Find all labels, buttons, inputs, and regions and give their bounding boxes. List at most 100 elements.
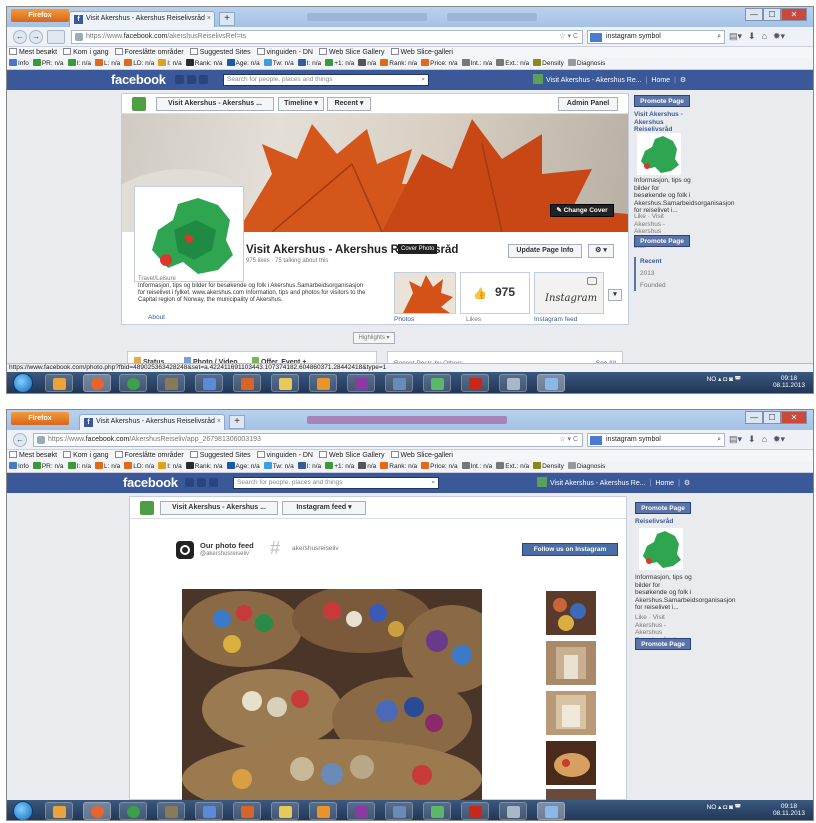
sidebar-page-image[interactable] [639, 528, 683, 570]
addon-icon[interactable]: ✹▾ [773, 31, 785, 42]
folder-taskbar-icon[interactable] [271, 374, 299, 392]
history-button[interactable] [47, 30, 65, 44]
bookmark-item[interactable]: Suggested Sites [189, 48, 251, 56]
acrobat-taskbar-icon[interactable] [461, 802, 489, 820]
messages-icon[interactable] [187, 75, 196, 84]
page-title[interactable]: Visit Akershus - Akershus Reiselivsråd [246, 244, 498, 256]
start-button[interactable] [13, 801, 33, 820]
seo-metric[interactable]: PR: n/a [32, 59, 64, 67]
bookmark-menu-icon[interactable]: ▤▾ [729, 31, 742, 42]
bookmark-item[interactable]: Foreslåtte områder [114, 451, 184, 459]
home-link[interactable]: Home [655, 480, 674, 487]
bookmark-item[interactable]: vinguiden - DN [256, 451, 313, 459]
sidebar-page-name[interactable]: Reiselivsråd [635, 518, 697, 526]
profile-picture[interactable] [134, 186, 244, 282]
paint-taskbar-icon[interactable] [385, 802, 413, 820]
minimize-button[interactable]: — [745, 411, 763, 424]
about-link[interactable]: About [148, 314, 165, 321]
promote-page-button[interactable]: Promote Page [634, 95, 690, 107]
seo-metric[interactable]: I: n/a [158, 462, 182, 470]
seo-metric[interactable]: Price: n/a [421, 462, 458, 470]
seo-metric[interactable]: Tw: n/a [263, 462, 294, 470]
instagram-thumbnail[interactable] [546, 641, 596, 685]
seo-metric[interactable]: Age: n/a [226, 462, 260, 470]
new-tab-button[interactable]: + [219, 12, 235, 26]
likes-app-tile[interactable]: 👍 975 [460, 272, 530, 314]
seo-metric[interactable]: Ext.: n/a [496, 462, 529, 470]
seo-metric[interactable]: I: n/a [67, 462, 91, 470]
seo-metric[interactable]: LD: n/a [124, 462, 154, 470]
instagram-app-label[interactable]: Instagram feed [534, 316, 577, 323]
sidebar-page-name[interactable]: Visit Akershus - Akershus Reiselivsråd [634, 111, 696, 134]
settings-icon[interactable]: ⚙ [684, 480, 690, 487]
new-tab-button[interactable]: + [229, 415, 245, 429]
seo-metric[interactable]: Rank: n/a [380, 59, 417, 67]
page-settings-button[interactable]: ⚙ ▾ [588, 244, 614, 258]
back-button[interactable]: ← [13, 30, 27, 44]
bookmark-item[interactable]: Web Slice-galleri [390, 48, 453, 56]
seo-metric[interactable]: +1: n/a [325, 462, 354, 470]
maximize-button[interactable]: ☐ [763, 8, 781, 21]
acrobat-taskbar-icon[interactable] [461, 374, 489, 392]
follow-instagram-button[interactable]: Follow us on Instagram [522, 543, 618, 556]
network-taskbar-icon[interactable] [423, 802, 451, 820]
folder-taskbar-icon[interactable] [271, 802, 299, 820]
page-avatar[interactable] [533, 74, 543, 84]
seo-metric[interactable]: +1: n/a [325, 59, 354, 67]
bookmark-item[interactable]: Kom i gang [63, 48, 109, 56]
search-bar[interactable]: instagram symbol ⌕ [587, 433, 725, 447]
page-avatar[interactable] [537, 477, 547, 487]
photos-app-tile[interactable] [394, 272, 456, 314]
seo-metric[interactable]: Tw: n/a [263, 59, 294, 67]
document-taskbar-icon[interactable] [499, 802, 527, 820]
gimp-taskbar-icon[interactable] [157, 802, 185, 820]
outlook-taskbar-icon[interactable] [45, 802, 73, 820]
page-icon[interactable] [140, 501, 154, 515]
page-name-dropdown[interactable]: Visit Akershus - Akershus ... [160, 501, 278, 515]
bookmark-item[interactable]: Kom i gang [63, 451, 109, 459]
timeline-year[interactable]: 2013 [640, 270, 654, 278]
tab-close-icon[interactable]: × [207, 12, 211, 26]
notifications-icon[interactable] [199, 75, 208, 84]
seo-metric[interactable]: Rank: n/a [185, 59, 223, 67]
bookmark-item[interactable]: Foreslåtte områder [114, 48, 184, 56]
messages-icon[interactable] [197, 478, 206, 487]
seo-metric[interactable]: Int.: n/a [461, 462, 492, 470]
tab-close-icon[interactable]: × [217, 415, 221, 429]
bookmark-item[interactable]: vinguiden - DN [256, 48, 313, 56]
seo-metric[interactable]: PR: n/a [32, 462, 64, 470]
gimp-taskbar-icon[interactable] [157, 374, 185, 392]
language-indicator[interactable]: NO [707, 376, 717, 383]
likes-app-label[interactable]: Likes [466, 316, 481, 323]
seo-metric[interactable]: L: n/a [95, 462, 120, 470]
seo-metric[interactable]: Rank: n/a [185, 462, 223, 470]
seo-metric[interactable]: Price: n/a [421, 59, 458, 67]
clock[interactable]: 09:18 08.11.2013 [773, 375, 805, 389]
bookmark-item[interactable]: Mest besøkt [9, 48, 57, 56]
app-taskbar-icon[interactable] [195, 374, 223, 392]
clock[interactable]: 09:18 08.11.2013 [773, 803, 805, 817]
instagram-main-photo[interactable] [182, 589, 482, 801]
promote-page-button-secondary[interactable]: Promote Page [635, 638, 691, 650]
facebook-search-input[interactable]: Search for people, places and things ⌕ [223, 74, 429, 86]
download-icon[interactable]: ⬇ [748, 31, 756, 42]
search-bar[interactable]: instagram symbol ⌕ [587, 30, 725, 44]
change-cover-button[interactable]: ✎ Change Cover [550, 204, 614, 217]
seo-metric[interactable]: Density [533, 59, 564, 67]
seo-metric[interactable]: n/a [358, 462, 376, 470]
url-bar[interactable]: https://www.facebook.com/AkershusReiseli… [33, 433, 583, 447]
instagram-app-tile[interactable]: Instagram [534, 272, 604, 314]
download-icon[interactable]: ⬇ [748, 434, 756, 445]
apps-expand-button[interactable]: ▾ [608, 289, 622, 301]
maximize-button[interactable]: ☐ [763, 411, 781, 424]
photos-app-label[interactable]: Photos [394, 316, 414, 323]
bookmark-item[interactable]: Suggested Sites [189, 451, 251, 459]
onenote-taskbar-icon[interactable] [347, 374, 375, 392]
seo-metric[interactable]: L: n/a [95, 59, 120, 67]
settings-icon[interactable]: ⚙ [680, 77, 686, 84]
seo-metric[interactable]: I: n/a [158, 59, 182, 67]
sidebar-page-image[interactable] [637, 133, 681, 175]
app-taskbar-icon[interactable] [195, 802, 223, 820]
bookmark-menu-icon[interactable]: ▤▾ [729, 434, 742, 445]
page-shortcut[interactable]: Visit Akershus - Akershus Re... [550, 480, 646, 487]
